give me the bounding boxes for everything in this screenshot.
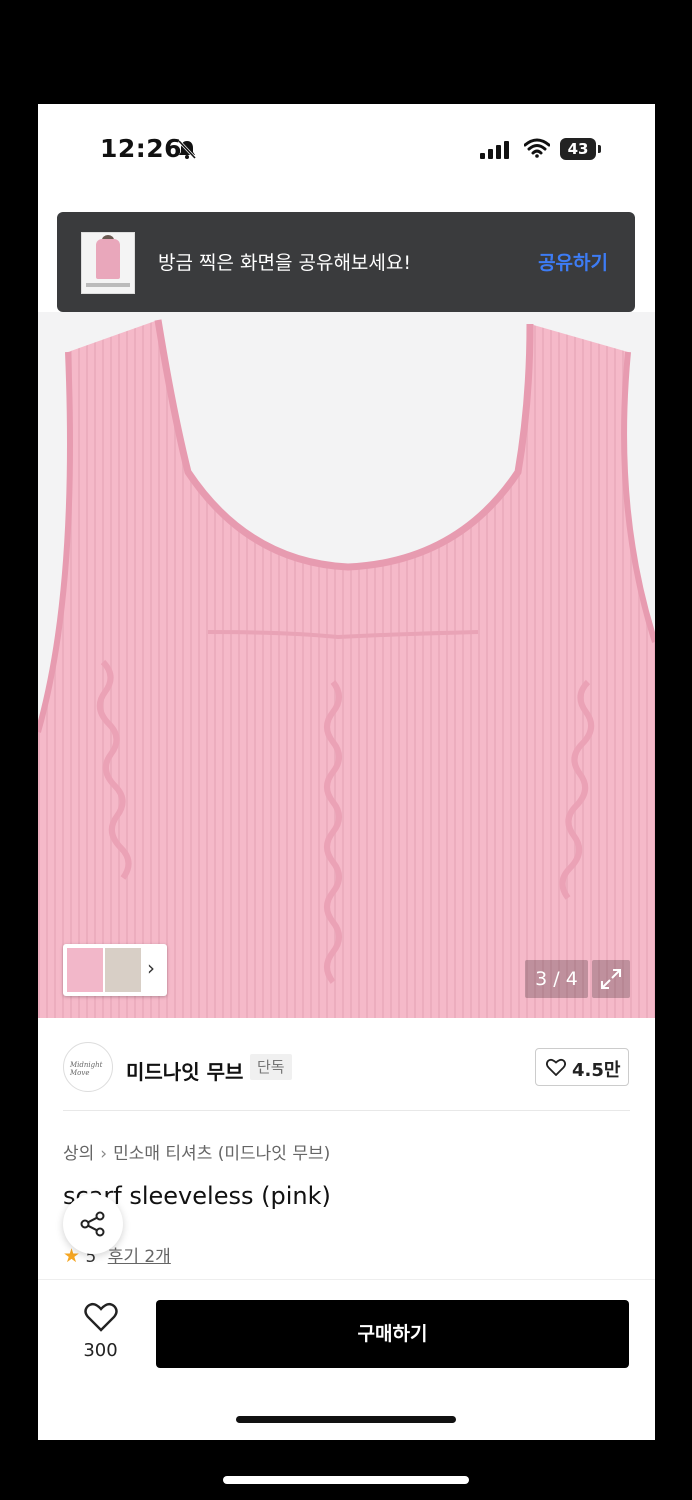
wifi-icon [524, 138, 550, 158]
share-banner-text: 방금 찍은 화면을 공유해보세요! [158, 252, 411, 274]
battery-tip [598, 145, 601, 153]
store-row[interactable]: Midnight Move 미드나잇 무브 단독 4.5만 [38, 1018, 655, 1110]
divider [63, 1110, 630, 1111]
home-indicator[interactable] [236, 1416, 456, 1423]
garment-illustration [38, 319, 655, 1018]
image-thumbnail-strip[interactable]: › [63, 944, 167, 996]
battery-level: 43 [567, 140, 589, 158]
review-count-link[interactable]: 후기 2개 [108, 1247, 171, 1267]
signal-icon [480, 141, 509, 159]
screenshot-thumbnail [81, 232, 135, 294]
store-logo[interactable]: Midnight Move [63, 1042, 113, 1092]
thumbnail-model[interactable] [105, 948, 141, 992]
breadcrumb-subcategory[interactable]: 민소매 티셔츠 (미드나잇 무브) [113, 1144, 330, 1164]
buy-button[interactable]: 구매하기 [156, 1300, 629, 1368]
heart-icon [546, 1058, 566, 1076]
wishlist-count: 300 [83, 1340, 118, 1361]
breadcrumb-category[interactable]: 상의 [63, 1144, 94, 1164]
image-page-indicator: 3 / 4 [525, 960, 588, 998]
share-icon [80, 1211, 105, 1237]
wishlist-button[interactable]: 300 [78, 1302, 123, 1361]
expand-image-button[interactable] [592, 960, 630, 998]
share-button[interactable] [63, 1194, 123, 1254]
share-banner-action[interactable]: 공유하기 [538, 248, 608, 275]
store-like-button[interactable]: 4.5만 [535, 1048, 629, 1086]
bell-slash-icon [177, 139, 197, 160]
product-image[interactable]: › 3 / 4 [38, 312, 655, 1018]
status-time: 12:26 [100, 134, 183, 163]
heart-icon [83, 1302, 118, 1332]
thumbnail-figure [96, 239, 120, 279]
store-like-count: 4.5만 [572, 1060, 621, 1081]
store-name[interactable]: 미드나잇 무브 [126, 1056, 243, 1085]
breadcrumb[interactable]: 상의 › 민소매 티셔츠 (미드나잇 무브) [63, 1139, 330, 1164]
battery-indicator: 43 [560, 138, 596, 160]
exclusive-badge: 단독 [250, 1054, 292, 1080]
thumbnail-bar [86, 283, 130, 287]
chevron-right-icon: › [147, 956, 155, 980]
status-bar: 12:26 43 [38, 104, 655, 199]
phone-screen: 12:26 43 › 3 / 4 방금 찍은 화면을 공유해보세요! 공유하기 … [38, 104, 655, 1440]
thumbnail-front[interactable] [67, 948, 103, 992]
outer-home-indicator[interactable] [223, 1476, 469, 1484]
expand-icon [601, 969, 621, 989]
share-screenshot-banner[interactable]: 방금 찍은 화면을 공유해보세요! 공유하기 [57, 212, 635, 312]
breadcrumb-separator: › [100, 1144, 108, 1164]
